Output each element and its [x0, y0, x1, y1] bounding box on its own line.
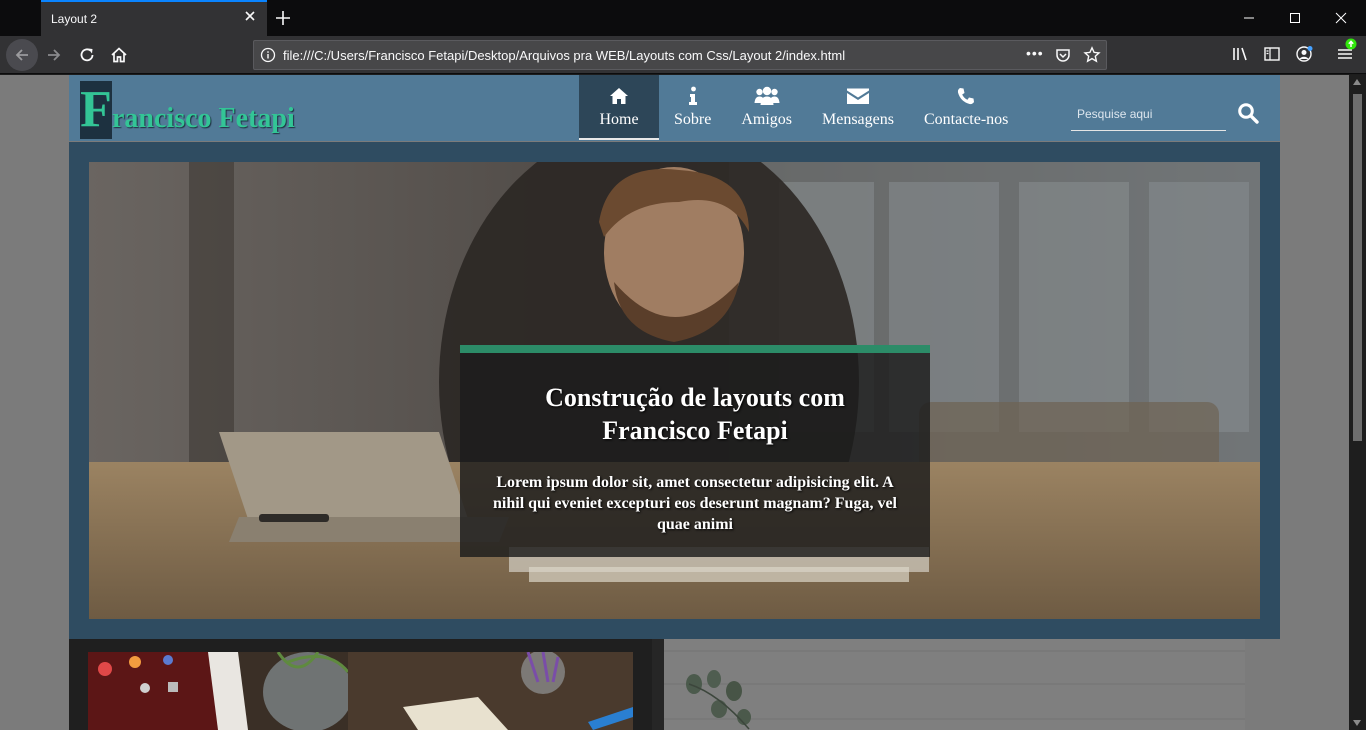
users-icon: [754, 85, 780, 107]
menu-item-contacte-nos[interactable]: Contacte-nos: [909, 75, 1023, 139]
menu-item-label: Amigos: [741, 111, 792, 128]
hero-text: Lorem ipsum dolor sit, amet consectetur …: [493, 474, 897, 533]
close-icon: [1335, 12, 1347, 24]
wood-photo-illustration: [664, 639, 1245, 730]
url-text[interactable]: file:///C:/Users/Francisco Fetapi/Deskto…: [283, 48, 845, 63]
arrow-right-icon: [48, 49, 61, 61]
cards-row: [69, 639, 1280, 730]
update-available-icon[interactable]: [1345, 38, 1357, 50]
scroll-up-arrow-icon[interactable]: [1353, 79, 1361, 85]
card-image-wood: [664, 639, 1245, 730]
new-tab-icon[interactable]: [272, 7, 294, 29]
menu-item-label: Home: [599, 111, 639, 128]
tab-close-icon[interactable]: [243, 9, 257, 23]
menu-item-label: Sobre: [674, 111, 712, 128]
account-icon[interactable]: [1295, 45, 1313, 63]
browser-toolbar: file:///C:/Users/Francisco Fetapi/Deskto…: [0, 36, 1366, 74]
minimize-icon: [1244, 17, 1254, 19]
site-search-input[interactable]: [1071, 99, 1226, 129]
scrollbar-thumb[interactable]: [1353, 94, 1362, 441]
menu-item-home[interactable]: Home: [579, 75, 659, 140]
reload-button[interactable]: [71, 39, 103, 71]
main-menu: Home Sobre Amigos Mensagens Contacte-nos: [579, 75, 1023, 140]
info-circle-icon[interactable]: [260, 47, 276, 63]
menu-item-label: Mensagens: [822, 111, 894, 128]
page-viewport: F rancisco Fetapi Home Sobre Amigos Mens…: [0, 75, 1349, 730]
desk-photo-illustration: [88, 652, 633, 730]
page-scrollbar[interactable]: [1349, 75, 1366, 730]
pocket-icon[interactable]: [1055, 47, 1071, 63]
logo-text: rancisco Fetapi: [112, 103, 295, 134]
close-window-button[interactable]: [1318, 0, 1364, 36]
card-panel-1: [69, 639, 652, 730]
maximize-icon: [1290, 13, 1300, 23]
reload-icon: [80, 48, 94, 62]
sidebar-icon[interactable]: [1263, 45, 1281, 63]
forward-button[interactable]: [38, 39, 70, 71]
info-icon: [688, 85, 698, 107]
browser-tab[interactable]: Layout 2: [41, 0, 267, 36]
envelope-icon: [846, 85, 870, 107]
hero-caption: Construção de layouts com Francisco Feta…: [460, 345, 930, 557]
home-icon: [609, 85, 629, 107]
menu-item-label: Contacte-nos: [923, 111, 1009, 128]
home-icon: [111, 47, 127, 63]
page-actions-more-icon[interactable]: •••: [1026, 45, 1044, 61]
hero-section: Construção de layouts com Francisco Feta…: [69, 142, 1280, 639]
bookmark-star-icon[interactable]: [1083, 46, 1101, 64]
address-bar[interactable]: file:///C:/Users/Francisco Fetapi/Deskto…: [253, 40, 1107, 70]
arrow-left-icon: [15, 49, 28, 61]
minimize-button[interactable]: [1226, 0, 1272, 36]
site-container: F rancisco Fetapi Home Sobre Amigos Mens…: [69, 75, 1280, 730]
logo-letter: F: [80, 81, 112, 139]
menu-item-mensagens[interactable]: Mensagens: [807, 75, 909, 139]
phone-icon: [957, 85, 975, 107]
search-icon[interactable]: [1237, 102, 1259, 124]
menu-item-sobre[interactable]: Sobre: [659, 75, 726, 139]
back-button[interactable]: [6, 39, 38, 71]
hero-image: Construção de layouts com Francisco Feta…: [89, 162, 1260, 619]
browser-app-slot: [0, 0, 41, 36]
site-header: F rancisco Fetapi Home Sobre Amigos Mens…: [69, 75, 1280, 141]
scroll-down-arrow-icon[interactable]: [1353, 720, 1361, 726]
library-icon[interactable]: [1231, 45, 1249, 63]
tab-title: Layout 2: [51, 12, 98, 26]
site-search-field: [1071, 99, 1226, 131]
menu-item-amigos[interactable]: Amigos: [726, 75, 807, 139]
card-image-desk: [88, 652, 633, 730]
site-logo[interactable]: F rancisco Fetapi: [80, 81, 295, 139]
home-button[interactable]: [103, 39, 135, 71]
hero-title: Construção de layouts com Francisco Feta…: [545, 383, 845, 445]
browser-titlebar: Layout 2: [0, 0, 1366, 36]
maximize-button[interactable]: [1272, 0, 1318, 36]
